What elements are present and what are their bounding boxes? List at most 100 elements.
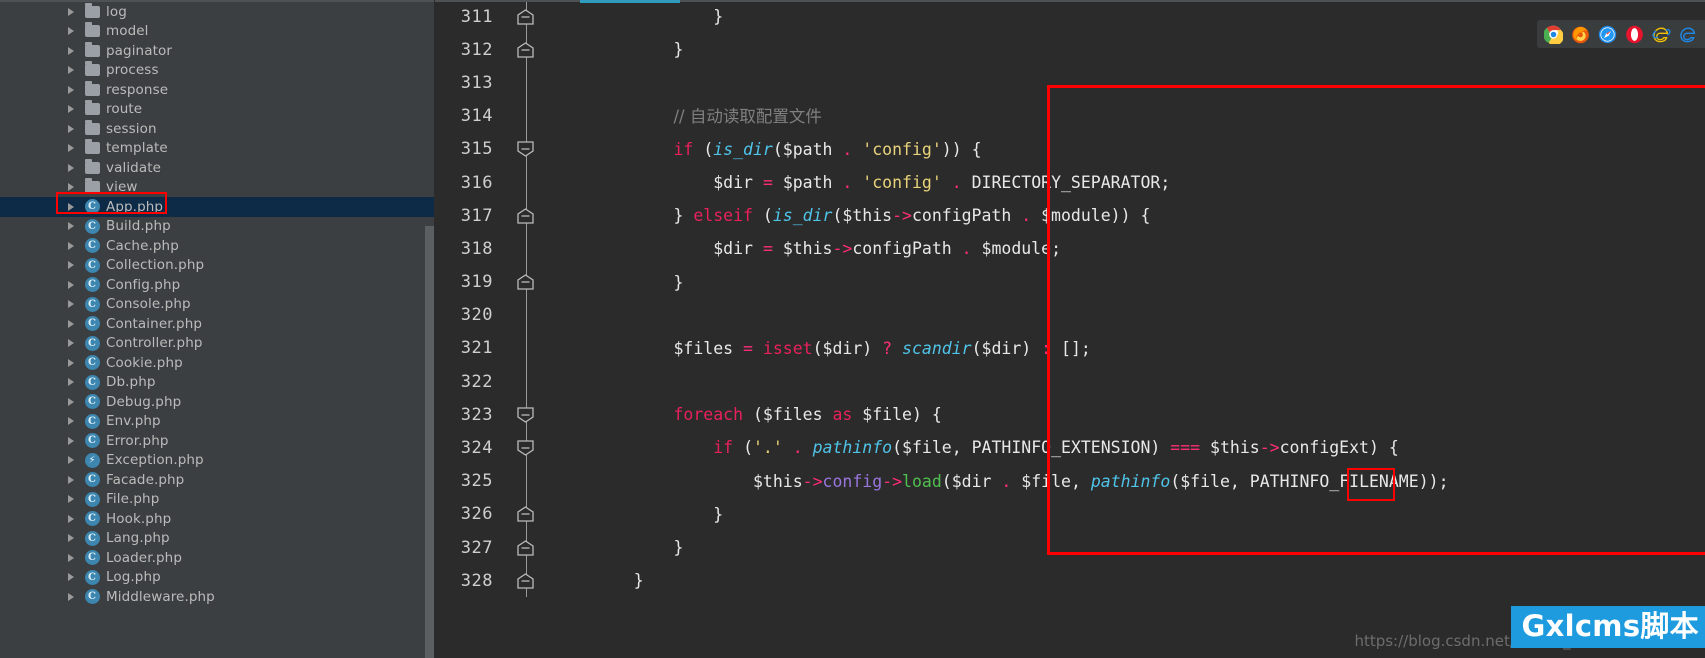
tree-item-loader-php[interactable]: C Loader.php	[0, 548, 434, 568]
fold-close-icon[interactable]	[517, 8, 534, 25]
tree-item-middleware-php[interactable]: C Middleware.php	[0, 587, 434, 607]
code-line[interactable]: if ('.' . pathinfo($file, PATHINFO_EXTEN…	[570, 431, 1705, 464]
chevron-right-icon[interactable]	[68, 553, 74, 562]
tree-item-route[interactable]: route	[0, 100, 434, 120]
tree-item-exception-php[interactable]: ⚡ Exception.php	[0, 451, 434, 471]
code-line[interactable]	[570, 66, 1705, 99]
fold-gutter-cell[interactable]	[513, 497, 539, 531]
fold-gutter-cell[interactable]	[513, 398, 539, 432]
chevron-right-icon[interactable]	[68, 202, 74, 211]
tree-item-collection-php[interactable]: C Collection.php	[0, 256, 434, 276]
browser-launcher-strip[interactable]	[1537, 20, 1705, 48]
code-line[interactable]: }	[570, 0, 1705, 33]
fold-gutter-cell[interactable]	[513, 464, 539, 498]
chevron-right-icon[interactable]	[68, 397, 74, 406]
fold-gutter-cell[interactable]	[513, 165, 539, 200]
fold-gutter-cell[interactable]	[513, 0, 539, 34]
chevron-right-icon[interactable]	[68, 241, 74, 250]
project-file-tree[interactable]: log model paginator process response route ses…	[0, 0, 434, 607]
tree-item-build-php[interactable]: C Build.php	[0, 217, 434, 237]
chevron-right-icon[interactable]	[68, 300, 74, 309]
chrome-icon[interactable]	[1544, 25, 1563, 44]
fold-close-icon[interactable]	[517, 539, 534, 556]
tree-item-app-php[interactable]: C App.php	[0, 197, 434, 217]
fold-close-icon[interactable]	[517, 506, 534, 522]
fold-gutter-cell[interactable]	[513, 33, 539, 67]
code-line[interactable]: if (is_dir($path . 'config')) {	[570, 133, 1705, 166]
fold-open-icon[interactable]	[517, 440, 534, 456]
sidebar-scrollbar-thumb[interactable]	[425, 226, 434, 658]
tree-item-log-php[interactable]: C Log.php	[0, 568, 434, 588]
tree-item-config-php[interactable]: C Config.php	[0, 275, 434, 295]
tree-item-session[interactable]: session	[0, 119, 434, 139]
fold-gutter-cell[interactable]	[513, 66, 539, 100]
fold-gutter-cell[interactable]	[513, 298, 539, 332]
safari-icon[interactable]	[1598, 25, 1617, 44]
code-line[interactable]: }	[570, 266, 1705, 299]
chevron-right-icon[interactable]	[68, 573, 74, 582]
tree-item-controller-php[interactable]: C Controller.php	[0, 334, 434, 354]
fold-gutter-cell[interactable]	[513, 365, 539, 399]
tree-item-validate[interactable]: validate	[0, 158, 434, 178]
fold-close-icon[interactable]	[517, 41, 534, 58]
tree-item-env-php[interactable]: C Env.php	[0, 412, 434, 432]
tree-item-cookie-php[interactable]: C Cookie.php	[0, 353, 434, 373]
tree-item-view[interactable]: view	[0, 178, 434, 198]
fold-close-icon[interactable]	[517, 572, 534, 589]
chevron-right-icon[interactable]	[68, 475, 74, 484]
tree-item-process[interactable]: process	[0, 61, 434, 81]
chevron-right-icon[interactable]	[68, 27, 74, 36]
chevron-right-icon[interactable]	[68, 144, 74, 153]
chevron-right-icon[interactable]	[68, 339, 74, 348]
code-line[interactable]: } elseif (is_dir($this->configPath . $mo…	[570, 199, 1705, 232]
chevron-right-icon[interactable]	[68, 534, 74, 543]
tree-item-hook-php[interactable]: C Hook.php	[0, 509, 434, 529]
tree-item-file-php[interactable]: C File.php	[0, 490, 434, 510]
tree-item-lang-php[interactable]: C Lang.php	[0, 529, 434, 549]
tree-item-console-php[interactable]: C Console.php	[0, 295, 434, 315]
tree-item-template[interactable]: template	[0, 139, 434, 159]
chevron-right-icon[interactable]	[68, 85, 74, 94]
chevron-right-icon[interactable]	[68, 261, 74, 270]
sidebar-scrollbar-track[interactable]	[425, 0, 434, 658]
chevron-right-icon[interactable]	[68, 183, 74, 192]
project-tree-panel[interactable]: log model paginator process response route ses…	[0, 0, 435, 658]
tree-item-log[interactable]: log	[0, 2, 434, 22]
chevron-right-icon[interactable]	[68, 592, 74, 601]
code-line[interactable]: }	[570, 498, 1705, 531]
fold-gutter-cell[interactable]	[513, 431, 539, 465]
edge-icon[interactable]	[1679, 25, 1698, 44]
fold-gutter-cell[interactable]	[513, 99, 539, 133]
code-content[interactable]: } } // 自动读取配置文件 if (is_dir($path . 'conf…	[570, 0, 1705, 658]
tree-item-response[interactable]: response	[0, 80, 434, 100]
chevron-right-icon[interactable]	[68, 514, 74, 523]
chevron-right-icon[interactable]	[68, 280, 74, 289]
tree-item-container-php[interactable]: C Container.php	[0, 314, 434, 334]
editor-gutter[interactable]: 311 312 313 314 315 316 317 318 319 320 321 322 323 3…	[435, 0, 570, 658]
code-line[interactable]: // 自动读取配置文件	[570, 100, 1705, 133]
code-line[interactable]: $this->config->load($dir . $file, pathin…	[570, 465, 1705, 498]
fold-gutter-cell[interactable]	[513, 232, 539, 266]
fold-gutter-cell[interactable]	[513, 132, 539, 166]
chevron-right-icon[interactable]	[68, 222, 74, 231]
chevron-right-icon[interactable]	[68, 66, 74, 75]
fold-gutter-cell[interactable]	[513, 265, 539, 299]
tree-item-paginator[interactable]: paginator	[0, 41, 434, 61]
tree-item-debug-php[interactable]: C Debug.php	[0, 392, 434, 412]
code-line[interactable]: foreach ($files as $file) {	[570, 398, 1705, 431]
fold-gutter-cell[interactable]	[513, 199, 539, 233]
chevron-right-icon[interactable]	[68, 7, 74, 16]
code-editor-panel[interactable]: 311 312 313 314 315 316 317 318 319 320 321 322 323 3…	[435, 0, 1705, 658]
chevron-right-icon[interactable]	[68, 105, 74, 114]
tree-item-error-php[interactable]: C Error.php	[0, 431, 434, 451]
code-line[interactable]	[570, 299, 1705, 332]
code-line[interactable]: $dir = $path . 'config' . DIRECTORY_SEPA…	[570, 166, 1705, 199]
code-line[interactable]: }	[570, 564, 1705, 597]
chevron-right-icon[interactable]	[68, 46, 74, 55]
code-line[interactable]: }	[570, 531, 1705, 564]
chevron-right-icon[interactable]	[68, 378, 74, 387]
firefox-icon[interactable]	[1571, 25, 1590, 44]
fold-open-icon[interactable]	[517, 141, 534, 158]
fold-open-icon[interactable]	[517, 407, 534, 423]
code-line[interactable]: $dir = $this->configPath . $module;	[570, 232, 1705, 265]
